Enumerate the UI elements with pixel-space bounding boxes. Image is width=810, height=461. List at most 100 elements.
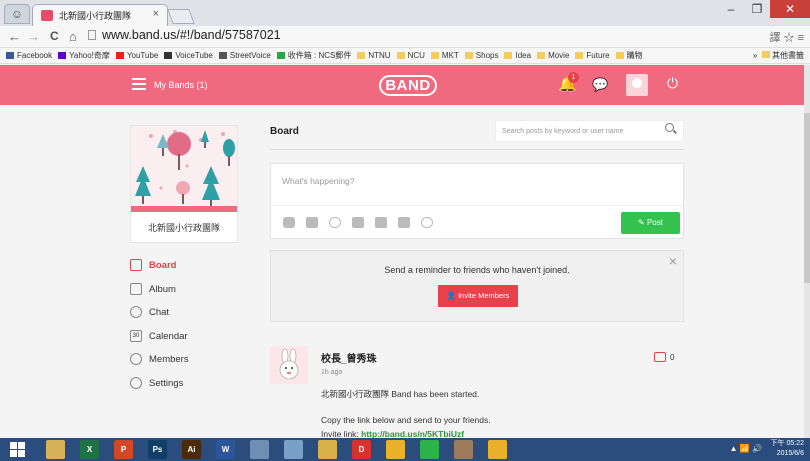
bookmark-item[interactable]: StreetVoice xyxy=(218,48,271,63)
maximize-button[interactable]: ❐ xyxy=(744,0,770,18)
video-icon[interactable] xyxy=(352,217,364,228)
bookmarks-overflow-button[interactable]: » xyxy=(753,51,757,60)
power-icon[interactable]: ⏻ xyxy=(667,75,678,92)
sidebar-item-album[interactable]: Album xyxy=(130,282,240,300)
taskbar-powerpoint-icon[interactable]: P xyxy=(114,440,133,459)
bookmark-item[interactable]: MKT xyxy=(430,48,459,63)
band-cover-card[interactable]: 北新國小行政團隊 xyxy=(130,125,238,243)
bookmark-label: Future xyxy=(586,51,610,60)
folder-icon xyxy=(615,52,624,59)
author-avatar[interactable] xyxy=(270,346,308,384)
composer-toolbar: ✎ Post xyxy=(271,205,683,238)
taskbar-folder-icon[interactable] xyxy=(318,440,337,459)
my-bands-link[interactable]: My Bands (1) xyxy=(154,80,208,90)
sidebar-item-settings[interactable]: Settings xyxy=(130,376,240,394)
taskbar-illustrator-icon[interactable]: Ai xyxy=(182,440,201,459)
scrollbar-thumb[interactable] xyxy=(804,113,810,283)
reload-button[interactable]: C xyxy=(50,29,59,43)
taskbar-chrome-2-icon[interactable] xyxy=(488,440,507,459)
windows-start-icon[interactable] xyxy=(10,442,26,457)
sidebar-item-board[interactable]: Board xyxy=(130,258,240,276)
hamburger-menu-icon[interactable] xyxy=(132,78,146,93)
browser-tools: 譯 ☆ ≡ xyxy=(769,29,804,45)
taskbar-app-d-icon[interactable]: D xyxy=(352,440,371,459)
search-input[interactable]: Search posts by keyword or user name xyxy=(495,120,684,142)
bookmark-item[interactable]: Movie xyxy=(537,48,569,63)
folder-icon xyxy=(761,51,770,58)
taskbar-word-icon[interactable]: W xyxy=(216,440,235,459)
menu-icon[interactable]: ≡ xyxy=(798,32,804,44)
star-icon[interactable]: ☆ xyxy=(784,32,795,44)
new-tab-button[interactable] xyxy=(167,9,195,24)
bookmark-item[interactable]: Facebook xyxy=(6,48,52,63)
taskbar-tool-a-icon[interactable] xyxy=(250,440,269,459)
sticker-icon[interactable] xyxy=(283,217,295,228)
search-icon[interactable] xyxy=(665,123,674,132)
taskbar-excel-icon[interactable]: X xyxy=(80,440,99,459)
camera-icon[interactable] xyxy=(306,217,318,228)
profile-avatar[interactable] xyxy=(626,74,648,96)
url-field[interactable]: www.band.us/#!/band/57587021 xyxy=(88,28,281,42)
user-profile-button[interactable]: ☺ xyxy=(4,4,30,24)
tab-band[interactable]: 北新國小行政團隊 × xyxy=(32,4,168,26)
home-button[interactable]: ⌂ xyxy=(69,29,77,44)
fraction-icon[interactable] xyxy=(421,217,433,228)
taskbar-app-g-icon[interactable] xyxy=(454,440,473,459)
close-window-button[interactable]: ✕ xyxy=(770,0,810,18)
tray-up-icon[interactable]: ▲ xyxy=(730,444,738,453)
tab-close-button[interactable]: × xyxy=(153,8,159,20)
invite-reminder-card: × Send a reminder to friends who haven't… xyxy=(270,250,684,322)
post-button[interactable]: ✎ Post xyxy=(621,212,680,234)
post-line-2: Copy the link below and send to your fri… xyxy=(321,415,491,425)
post-composer[interactable]: What's happening? ✎ Post xyxy=(270,163,684,239)
bookmark-item[interactable]: Future xyxy=(575,48,610,63)
forward-button[interactable]: → xyxy=(27,29,40,44)
taskbar-chrome-icon[interactable] xyxy=(386,440,405,459)
attachment-icon[interactable] xyxy=(329,217,341,228)
clock[interactable]: 下午 05:22 2015/6/6 xyxy=(771,439,804,459)
folder-icon xyxy=(464,52,473,59)
comment-count-button[interactable]: 0 xyxy=(654,352,674,362)
network-icon[interactable]: 📶 xyxy=(740,444,750,453)
volume-icon[interactable]: 🔊 xyxy=(752,444,762,453)
sidebar-item-chat[interactable]: Chat xyxy=(130,305,240,323)
notification-badge: 1 xyxy=(568,72,579,83)
taskbar-tool-b-icon[interactable] xyxy=(284,440,303,459)
bookmark-label: 收件箱 : NCS郵件 xyxy=(287,51,352,60)
folder-icon xyxy=(575,52,584,59)
bookmark-label: VoiceTube xyxy=(175,51,213,60)
bookmark-item[interactable]: VoiceTube xyxy=(164,48,213,63)
bookmark-item[interactable]: NTNU xyxy=(357,48,391,63)
bookmark-item[interactable]: 收件箱 : NCS郵件 xyxy=(276,48,352,63)
streetvoice-icon xyxy=(218,52,227,59)
bookmark-item[interactable]: 購物 xyxy=(615,48,643,63)
todo-icon[interactable] xyxy=(398,217,410,228)
poll-icon[interactable] xyxy=(375,217,387,228)
scrollbar[interactable] xyxy=(804,65,810,438)
other-bookmarks-link[interactable]: 其他書籤 xyxy=(772,51,804,60)
bookmark-label: StreetVoice xyxy=(229,51,271,60)
band-logo[interactable]: BAND xyxy=(379,75,437,96)
bookmark-item[interactable]: Yahoo!奇摩 xyxy=(58,48,110,63)
minimize-button[interactable]: – xyxy=(718,0,744,18)
chat-bubble-icon[interactable]: 💬 xyxy=(592,77,608,93)
reminder-text: Send a reminder to friends who haven't j… xyxy=(384,265,570,275)
sidebar-item-members[interactable]: Members xyxy=(130,352,240,370)
translate-icon[interactable]: 譯 xyxy=(769,32,780,44)
sidebar-item-label: Calendar xyxy=(149,330,188,342)
sidebar-item-calendar[interactable]: 30 Calendar xyxy=(130,329,240,347)
bookmark-item[interactable]: Shops xyxy=(464,48,498,63)
taskbar-line-icon[interactable] xyxy=(420,440,439,459)
post-author[interactable]: 校長_曾秀珠 xyxy=(321,350,377,365)
invite-members-button[interactable]: 👤 Invite Members xyxy=(438,285,518,307)
back-button[interactable]: ← xyxy=(8,29,21,44)
bookmark-item[interactable]: YouTube xyxy=(115,48,158,63)
bookmark-item[interactable]: NCU xyxy=(396,48,425,63)
gmail-icon xyxy=(276,52,285,59)
bookmark-item[interactable]: Idea xyxy=(504,48,531,63)
taskbar-explorer-icon[interactable] xyxy=(46,440,65,459)
taskbar-photoshop-icon[interactable]: Ps xyxy=(148,440,167,459)
bookmark-label: Movie xyxy=(548,51,570,60)
board-icon xyxy=(130,259,142,271)
windows-taskbar: ▲ 📶 🔊 下午 05:22 2015/6/6 X P Ps Ai W D xyxy=(0,438,810,461)
